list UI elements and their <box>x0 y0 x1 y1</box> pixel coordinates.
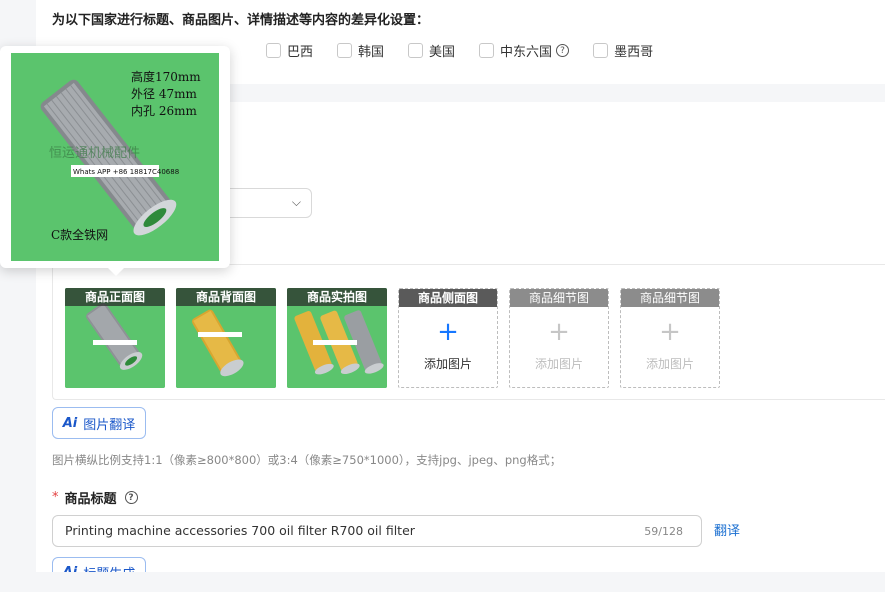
slot-label: 商品实拍图 <box>287 288 387 306</box>
image-slot-side[interactable]: 商品侧面图 + 添加图片 <box>398 288 498 388</box>
country-checkbox-korea[interactable]: 韩国 <box>337 41 384 60</box>
title-translate-link[interactable]: 翻译 <box>714 520 740 539</box>
country-section-title: 为以下国家进行标题、商品图片、详情描述等内容的差异化设置： <box>52 13 430 28</box>
country-label: 韩国 <box>358 45 385 60</box>
image-slot-detail-2[interactable]: 商品细节图 + 添加图片 <box>620 288 720 388</box>
slot-label: 商品正面图 <box>65 288 165 306</box>
question-icon[interactable]: ? <box>556 44 570 57</box>
image-slot-detail-1[interactable]: 商品细节图 + 添加图片 <box>509 288 609 388</box>
slot-label: 商品细节图 <box>621 289 719 307</box>
product-preview-image: 高度170mm 外径 47mm 内孔 26mm 恒运通机械配件 Whats AP… <box>11 53 219 261</box>
image-translate-button[interactable]: Ai 图片翻译 <box>52 407 146 439</box>
country-label: 墨西哥 <box>614 45 654 60</box>
checkbox[interactable] <box>408 43 424 58</box>
add-image-text: 添加图片 <box>645 357 694 371</box>
chevron-down-icon: ⌵ <box>291 195 301 209</box>
label-text: 商品标题 <box>64 492 117 507</box>
plus-icon: + <box>437 317 459 347</box>
question-icon[interactable]: ? <box>124 491 138 504</box>
add-image-text: 添加图片 <box>534 357 583 371</box>
image-slot-back[interactable]: 商品背面图 <box>176 288 276 388</box>
checkbox[interactable] <box>593 43 609 58</box>
product-title-input[interactable]: Printing machine accessories 700 oil fil… <box>52 515 702 547</box>
country-label: 巴西 <box>287 45 314 60</box>
country-checkbox-usa[interactable]: 美国 <box>408 41 455 60</box>
slot-label: 商品侧面图 <box>399 289 497 307</box>
spec-height: 高度170mm <box>131 69 201 84</box>
country-checkbox-brazil[interactable]: 巴西 <box>266 41 313 60</box>
country-checkbox-mexico[interactable]: 墨西哥 <box>593 41 653 60</box>
country-label: 中东六国 <box>500 45 553 60</box>
slot-label: 商品背面图 <box>176 288 276 306</box>
country-label: 美国 <box>429 45 456 60</box>
checkbox[interactable] <box>266 43 281 58</box>
image-preview-popover: 高度170mm 外径 47mm 内孔 26mm 恒运通机械配件 Whats AP… <box>0 46 230 276</box>
contact-text: Whats APP +86 18817C40688 <box>73 168 179 176</box>
caption-text: C款全铁网 <box>51 227 108 242</box>
slot-label: 商品细节图 <box>510 289 608 307</box>
add-image-text: 添加图片 <box>423 357 472 371</box>
plus-icon: + <box>548 317 570 347</box>
plus-icon: + <box>659 317 681 347</box>
ai-icon: Ai <box>62 415 78 431</box>
char-counter: 59/128 <box>644 525 683 538</box>
bottom-strip <box>0 572 885 592</box>
image-format-hint: 图片横纵比例支持1:1（像素≥800*800）或3:4（像素≥750*1000）… <box>52 453 562 467</box>
country-checkbox-gcc[interactable]: 中东六国 ? <box>479 41 570 60</box>
image-slot-front[interactable]: 商品正面图 <box>65 288 165 388</box>
required-marker: * <box>52 490 59 505</box>
image-slot-real[interactable]: 商品实拍图 <box>287 288 387 388</box>
checkbox[interactable] <box>479 43 495 58</box>
spec-inner-diameter: 内孔 26mm <box>131 104 197 118</box>
popover-arrow <box>108 268 124 276</box>
checkbox[interactable] <box>337 43 353 58</box>
title-value: Printing machine accessories 700 oil fil… <box>65 523 415 538</box>
button-label: 图片翻译 <box>83 417 136 433</box>
spec-outer-diameter: 外径 47mm <box>131 87 197 101</box>
watermark-text: 恒运通机械配件 <box>49 146 140 161</box>
product-title-label: * 商品标题 ? <box>52 488 138 507</box>
